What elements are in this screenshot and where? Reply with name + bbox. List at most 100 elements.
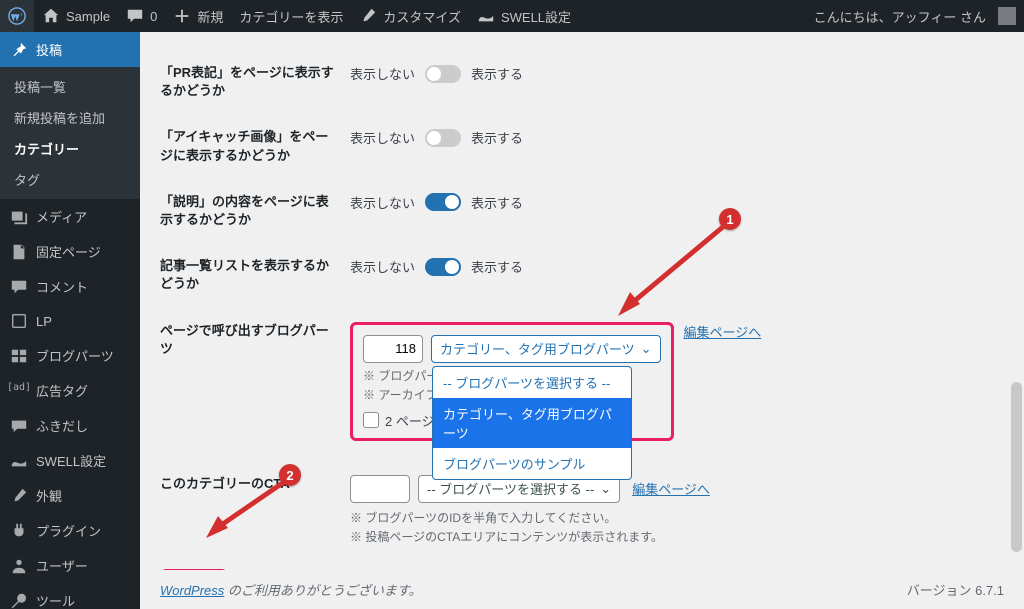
toggle-on-text: 表示する <box>471 64 523 83</box>
sidebar-item-users[interactable]: ユーザー <box>0 548 140 583</box>
sidebar-item-media[interactable]: メディア <box>0 199 140 234</box>
toggle-off-text: 表示しない <box>350 193 415 212</box>
admin-sidebar: 投稿 投稿一覧 新規投稿を追加 カテゴリー タグ メディア 固定ページ コメント… <box>0 32 140 609</box>
view-category[interactable]: カテゴリーを表示 <box>231 0 351 32</box>
chevron-down-icon: ⌄ <box>600 481 611 497</box>
annotation-badge-2: 2 <box>279 464 301 486</box>
view-category-label: カテゴリーを表示 <box>239 7 343 26</box>
swell-side-icon <box>10 452 28 470</box>
row-label: 「アイキャッチ画像」をページに表示するかどうか <box>160 128 350 164</box>
sidebar-item-posts[interactable]: 投稿 <box>0 32 140 67</box>
toggle-eyecatch[interactable] <box>425 129 461 147</box>
select-option[interactable]: カテゴリー、タグ用ブログパーツ <box>433 398 631 448</box>
ad-icon: [ad] <box>10 382 28 400</box>
wordpress-link[interactable]: WordPress <box>160 583 224 598</box>
media-icon <box>10 208 28 226</box>
page2-checkbox[interactable] <box>363 412 379 428</box>
sub-item-all-posts[interactable]: 投稿一覧 <box>0 71 140 102</box>
users-icon <box>10 557 28 575</box>
annotation-badge-1: 1 <box>719 208 741 230</box>
avatar <box>998 7 1016 25</box>
sidebar-item-comments[interactable]: コメント <box>0 269 140 304</box>
sidebar-item-plugins[interactable]: プラグイン <box>0 513 140 548</box>
toggle-off-text: 表示しない <box>350 128 415 147</box>
sidebar-item-lp[interactable]: LP <box>0 304 140 338</box>
swell-icon <box>477 7 495 25</box>
sidebar-item-tools[interactable]: ツール <box>0 583 140 609</box>
swell-settings-top[interactable]: SWELL設定 <box>469 0 579 32</box>
home-icon <box>42 7 60 25</box>
row-list: 記事一覧リストを表示するかどうか 表示しない 表示する <box>160 243 1004 307</box>
blogparts-highlight: カテゴリー、タグ用ブログパーツ ⌄ ※ ブログパー ※ アーカイブ 2 ページ目 <box>350 322 674 441</box>
toggle-on-text: 表示する <box>471 128 523 147</box>
sidebar-item-label: SWELL設定 <box>36 451 106 470</box>
sidebar-item-label: ふきだし <box>36 416 88 435</box>
sidebar-item-appearance[interactable]: 外観 <box>0 478 140 513</box>
blogparts-select[interactable]: カテゴリー、タグ用ブログパーツ ⌄ <box>431 335 661 363</box>
row-label: 「説明」の内容をページに表示するかどうか <box>160 193 350 229</box>
toggle-pr[interactable] <box>425 65 461 83</box>
add-new[interactable]: 新規 <box>165 0 231 32</box>
sidebar-item-label: 固定ページ <box>36 242 101 261</box>
toggle-on-text: 表示する <box>471 257 523 276</box>
row-label: ページで呼び出すブログパーツ <box>160 322 350 358</box>
toggle-off-text: 表示しない <box>350 257 415 276</box>
scrollbar[interactable] <box>1009 32 1024 609</box>
row-label: 記事一覧リストを表示するかどうか <box>160 257 350 293</box>
row-blogparts: ページで呼び出すブログパーツ カテゴリー、タグ用ブログパーツ ⌄ <box>160 308 1004 455</box>
blogparts-id-input[interactable] <box>363 335 423 363</box>
howdy-account[interactable]: こんにちは、アッフィー さん <box>806 0 1024 32</box>
sidebar-item-adtag[interactable]: [ad] 広告タグ <box>0 373 140 408</box>
edit-page-link[interactable]: 編集ページへ <box>674 322 762 341</box>
comments-bubble[interactable]: 0 <box>118 0 165 32</box>
howdy-text: こんにちは、アッフィー さん <box>814 7 986 26</box>
comments-icon <box>10 278 28 296</box>
note-text: ※ ブログパーツのIDを半角で入力してください。 <box>350 509 1004 526</box>
page-icon <box>10 243 28 261</box>
sidebar-item-label: 外観 <box>36 486 62 505</box>
sidebar-item-label: LP <box>36 314 52 329</box>
sidebar-item-label: ユーザー <box>36 556 88 575</box>
version-text: バージョン 6.7.1 <box>907 580 1004 599</box>
wordpress-icon <box>8 7 26 25</box>
customize[interactable]: カスタマイズ <box>351 0 469 32</box>
sidebar-item-balloon[interactable]: ふきだし <box>0 408 140 443</box>
toggle-on-text: 表示する <box>471 193 523 212</box>
sub-item-categories[interactable]: カテゴリー <box>0 133 140 164</box>
row-desc: 「説明」の内容をページに表示するかどうか 表示しない 表示する <box>160 179 1004 243</box>
tools-icon <box>10 592 28 609</box>
sidebar-item-label: 広告タグ <box>36 381 88 400</box>
appearance-icon <box>10 487 28 505</box>
row-eyecatch: 「アイキャッチ画像」をページに表示するかどうか 表示しない 表示する <box>160 114 1004 178</box>
chevron-down-icon: ⌄ <box>641 341 652 357</box>
select-value: カテゴリー、タグ用ブログパーツ <box>440 339 635 358</box>
sub-item-add-new[interactable]: 新規投稿を追加 <box>0 102 140 133</box>
cta-id-input[interactable] <box>350 475 410 503</box>
brush-icon <box>359 7 377 25</box>
toggle-off-text: 表示しない <box>350 64 415 83</box>
select-option[interactable]: ブログパーツのサンプル <box>433 448 631 479</box>
toggle-list[interactable] <box>425 258 461 276</box>
blogparts-icon <box>10 347 28 365</box>
blogparts-dropdown: -- ブログパーツを選択する -- カテゴリー、タグ用ブログパーツ ブログパーツ… <box>432 366 632 480</box>
edit-page-link[interactable]: 編集ページへ <box>628 479 710 498</box>
toggle-desc[interactable] <box>425 193 461 211</box>
wp-logo[interactable] <box>0 0 34 32</box>
site-name-label: Sample <box>66 9 110 24</box>
sidebar-item-swell[interactable]: SWELL設定 <box>0 443 140 478</box>
sidebar-item-blogparts[interactable]: ブログパーツ <box>0 338 140 373</box>
sidebar-item-label: メディア <box>36 207 87 226</box>
select-value: -- ブログパーツを選択する -- <box>427 479 594 498</box>
scrollbar-thumb[interactable] <box>1011 382 1022 552</box>
balloon-icon <box>10 417 28 435</box>
select-option[interactable]: -- ブログパーツを選択する -- <box>433 367 631 398</box>
site-name[interactable]: Sample <box>34 0 118 32</box>
sidebar-item-label: ブログパーツ <box>36 346 114 365</box>
content-area: 「PR表記」をページに表示するかどうか 表示しない 表示する 「アイキャッチ画像… <box>140 32 1024 609</box>
sidebar-item-pages[interactable]: 固定ページ <box>0 234 140 269</box>
sidebar-item-label: ツール <box>36 591 75 609</box>
plus-icon <box>173 7 191 25</box>
note-text: ※ 投稿ページのCTAエリアにコンテンツが表示されます。 <box>350 528 1004 545</box>
sub-item-tags[interactable]: タグ <box>0 164 140 195</box>
admin-footer: WordPress のご利用ありがとうございます。 バージョン 6.7.1 <box>140 570 1024 609</box>
